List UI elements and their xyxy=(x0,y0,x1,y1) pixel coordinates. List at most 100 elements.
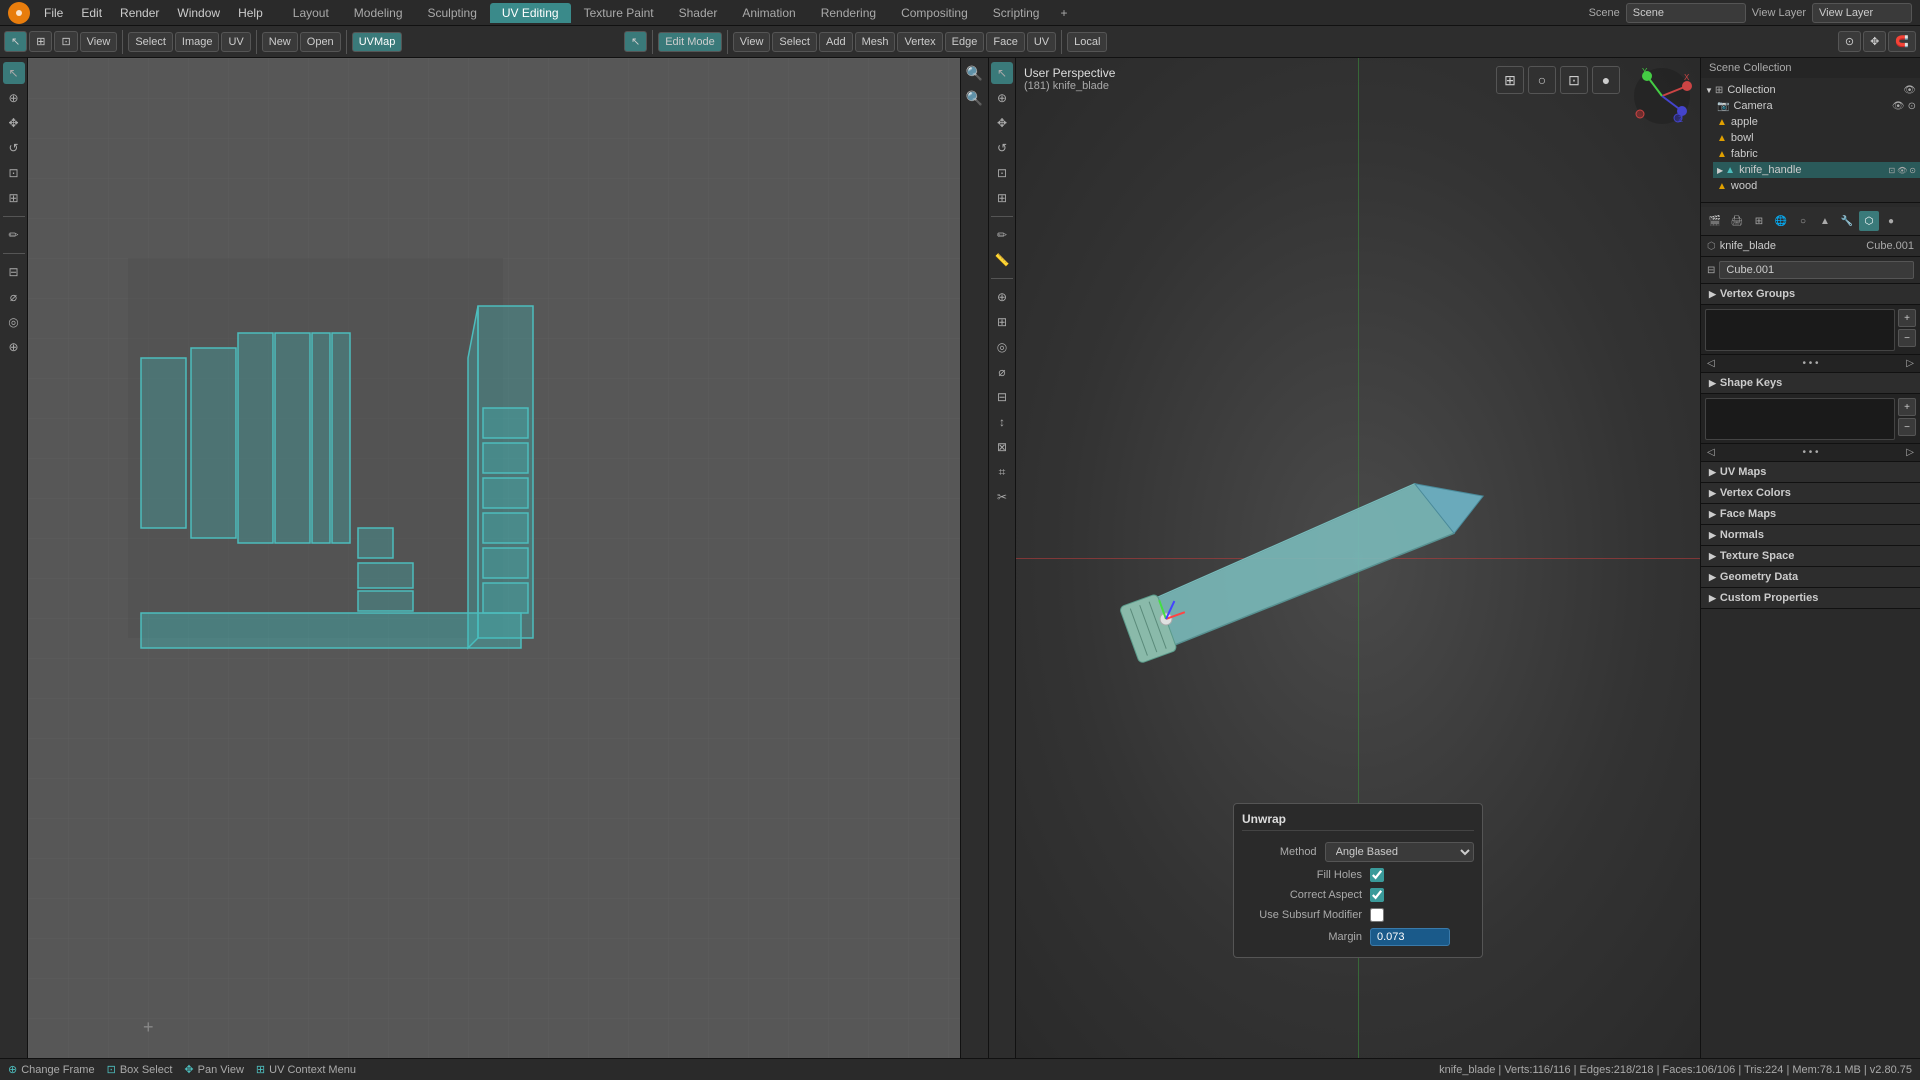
tree-item-collection[interactable]: ▼ ⊞ Collection 👁 xyxy=(1701,82,1920,98)
knife-handle-render[interactable]: ⊙ xyxy=(1909,166,1916,175)
shape-keys-btn1[interactable]: ◁ xyxy=(1707,447,1715,458)
vp-move-tool[interactable]: ✥ xyxy=(991,112,1013,134)
vp-shear[interactable]: ⌗ xyxy=(991,461,1013,483)
vp-cursor-btn[interactable]: ↖ xyxy=(624,31,647,52)
vp-shrink-fatten[interactable]: ↕ xyxy=(991,411,1013,433)
vp-edge-btn[interactable]: Edge xyxy=(945,32,985,52)
uv-context-status[interactable]: ⊞ UV Context Menu xyxy=(256,1063,356,1076)
vp-solid-icon[interactable]: ● xyxy=(1592,66,1620,94)
uv-select-btn[interactable]: Select xyxy=(128,32,173,52)
face-maps-header[interactable]: ▶ Face Maps xyxy=(1701,504,1920,525)
vp-gizmo-btn[interactable]: ✥ xyxy=(1863,31,1886,52)
mesh-name-input[interactable] xyxy=(1719,261,1914,279)
vp-push-pull[interactable]: ⊠ xyxy=(991,436,1013,458)
shape-keys-header[interactable]: ▶ Shape Keys xyxy=(1701,373,1920,394)
vp-snap-btn[interactable]: 🧲 xyxy=(1888,31,1916,52)
vp-vertex-btn[interactable]: Vertex xyxy=(897,32,942,52)
tree-item-bowl[interactable]: ▲ bowl xyxy=(1713,130,1920,146)
prop-object-icon[interactable]: ▲ xyxy=(1815,211,1835,231)
normals-header[interactable]: ▶ Normals xyxy=(1701,525,1920,546)
prop-data-icon[interactable]: ⬡ xyxy=(1859,211,1879,231)
margin-input[interactable] xyxy=(1370,928,1450,946)
vp-measure-tool[interactable]: 📏 xyxy=(991,249,1013,271)
stitch-tool[interactable]: ⊕ xyxy=(3,336,25,358)
vp-smooth[interactable]: ⌀ xyxy=(991,361,1013,383)
snap-tool[interactable]: ⊟ xyxy=(3,261,25,283)
camera-render[interactable]: ⊙ xyxy=(1908,101,1916,112)
prop-material-icon[interactable]: ● xyxy=(1881,211,1901,231)
shape-keys-list[interactable] xyxy=(1705,398,1895,440)
vp-rotate-tool[interactable]: ↺ xyxy=(991,137,1013,159)
prop-output-icon[interactable]: 🖨 xyxy=(1727,211,1747,231)
knife-handle-mat[interactable]: ⊡ xyxy=(1888,166,1895,175)
tree-item-knife-handle[interactable]: ▶ ▲ knife_handle ⊡ 👁 ⊙ xyxy=(1713,162,1920,178)
select-tool[interactable]: ↖ xyxy=(3,62,25,84)
scene-selector[interactable]: Scene xyxy=(1626,3,1746,23)
tab-scripting[interactable]: Scripting xyxy=(981,3,1052,23)
uv-image-btn[interactable]: Image xyxy=(175,32,220,52)
prop-render-icon[interactable]: 🎬 xyxy=(1705,211,1725,231)
uv-cursor-btn[interactable]: ↖ xyxy=(4,31,27,52)
vp-mesh-btn[interactable]: Mesh xyxy=(855,32,896,52)
vertex-groups-header[interactable]: ▶ Vertex Groups xyxy=(1701,284,1920,305)
vp-select-tool[interactable]: ↖ xyxy=(991,62,1013,84)
tab-sculpting[interactable]: Sculpting xyxy=(416,3,489,23)
rip-tool[interactable]: ⌀ xyxy=(3,286,25,308)
vp-face-btn[interactable]: Face xyxy=(986,32,1024,52)
edit-mode-btn[interactable]: Edit Mode xyxy=(658,32,722,52)
pinch-tool[interactable]: ◎ xyxy=(3,311,25,333)
prop-view-layer-icon[interactable]: ⊞ xyxy=(1749,211,1769,231)
uv-open-btn[interactable]: Open xyxy=(300,32,341,52)
pan-view-status[interactable]: ✥ Pan View xyxy=(184,1063,244,1076)
scale-tool[interactable]: ⊡ xyxy=(3,162,25,184)
uv-uv-btn[interactable]: UV xyxy=(221,32,250,52)
prop-world-icon[interactable]: ○ xyxy=(1793,211,1813,231)
vp-render-icon[interactable]: ○ xyxy=(1528,66,1556,94)
box-select-status[interactable]: ⊡ Box Select xyxy=(107,1063,173,1076)
correct-aspect-checkbox[interactable] xyxy=(1370,888,1384,902)
vp-local-btn[interactable]: Local xyxy=(1067,32,1107,52)
axis-widget[interactable]: X Y Z xyxy=(1632,66,1692,126)
method-dropdown[interactable]: Angle Based Conformal xyxy=(1325,842,1474,862)
tab-animation[interactable]: Animation xyxy=(730,3,807,23)
vp-cursor-tool[interactable]: ⊕ xyxy=(991,87,1013,109)
menu-edit[interactable]: Edit xyxy=(73,4,110,22)
vp-snap-icon[interactable]: ⊞ xyxy=(1496,66,1524,94)
uvmap-selector[interactable]: UVMap xyxy=(352,32,403,52)
uv-zoom-out[interactable]: 🔍 xyxy=(964,87,986,109)
view-layer-selector[interactable]: View Layer xyxy=(1812,3,1912,23)
vp-uv-btn[interactable]: UV xyxy=(1027,32,1056,52)
tree-item-fabric[interactable]: ▲ fabric xyxy=(1713,146,1920,162)
uv-tool-btn[interactable]: ⊞ xyxy=(29,31,52,52)
tab-modeling[interactable]: Modeling xyxy=(342,3,415,23)
tree-item-apple[interactable]: ▲ apple xyxy=(1713,114,1920,130)
uv-view-mode[interactable]: View xyxy=(80,32,118,52)
tab-rendering[interactable]: Rendering xyxy=(809,3,888,23)
vertex-groups-btn2[interactable]: ▷ xyxy=(1906,358,1914,369)
vp-rip[interactable]: ✂ xyxy=(991,486,1013,508)
vp-add-btn[interactable]: Add xyxy=(819,32,853,52)
tab-texture-paint[interactable]: Texture Paint xyxy=(572,3,666,23)
add-shape-key[interactable]: + xyxy=(1898,398,1916,416)
vp-wire-icon[interactable]: ⊡ xyxy=(1560,66,1588,94)
add-workspace-button[interactable]: + xyxy=(1052,3,1075,23)
cursor-tool[interactable]: ⊕ xyxy=(3,87,25,109)
vertex-groups-list[interactable] xyxy=(1705,309,1895,351)
remove-vertex-group[interactable]: − xyxy=(1898,329,1916,347)
uv-mode-btn[interactable]: ⊡ xyxy=(54,31,77,52)
collection-eye[interactable]: 👁 xyxy=(1903,85,1916,96)
rotate-tool[interactable]: ↺ xyxy=(3,137,25,159)
transform-tool[interactable]: ⊞ xyxy=(3,187,25,209)
tree-item-wood[interactable]: ▲ wood xyxy=(1713,178,1920,194)
use-subsurf-checkbox[interactable] xyxy=(1370,908,1384,922)
annotate-tool[interactable]: ✏ xyxy=(3,224,25,246)
menu-window[interactable]: Window xyxy=(169,4,228,22)
viewport-canvas[interactable]: User Perspective (181) knife_blade ⊞ ○ ⊡… xyxy=(1016,58,1700,1058)
move-tool[interactable]: ✥ xyxy=(3,112,25,134)
vp-view-btn[interactable]: View xyxy=(733,32,771,52)
change-frame-status[interactable]: ⊕ Change Frame xyxy=(8,1063,95,1076)
vertex-colors-header[interactable]: ▶ Vertex Colors xyxy=(1701,483,1920,504)
uv-canvas[interactable]: + xyxy=(28,58,960,1058)
custom-properties-header[interactable]: ▶ Custom Properties xyxy=(1701,588,1920,609)
prop-scene-icon[interactable]: 🌐 xyxy=(1771,211,1791,231)
